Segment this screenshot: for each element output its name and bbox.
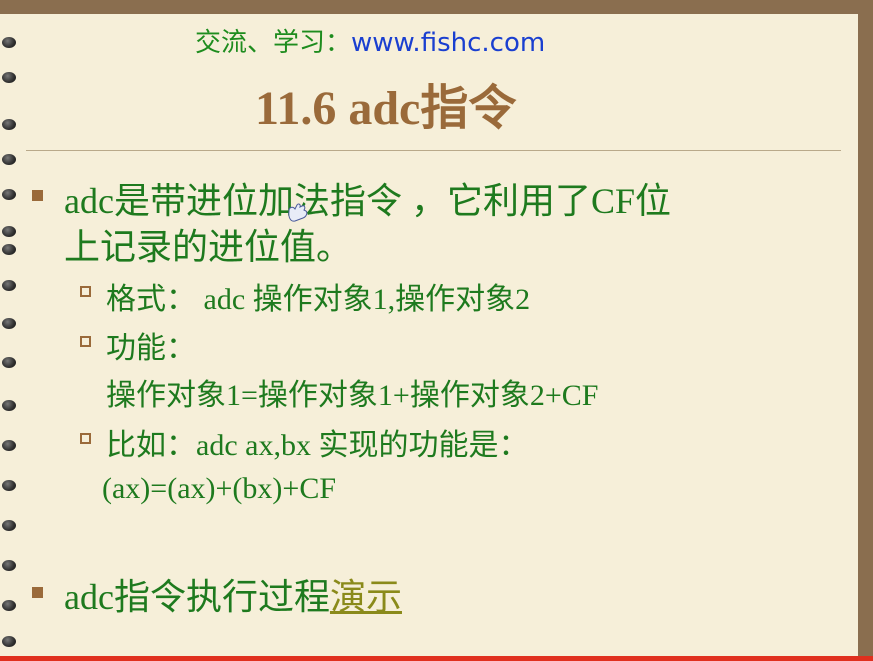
- binding-ring-icon: [2, 189, 16, 200]
- header-prefix: 交流、学习：: [195, 28, 352, 58]
- binding-ring-icon: [2, 600, 16, 611]
- binding-ring-icon: [2, 72, 16, 83]
- binding-ring-icon: [2, 226, 16, 237]
- binding-ring-icon: [2, 357, 16, 368]
- binding-ring-icon: [2, 119, 16, 130]
- binding-ring-icon: [2, 400, 16, 411]
- slide-title: 11.6 adc指令: [255, 82, 517, 135]
- bullet-2: adc指令执行过程演示: [64, 568, 402, 620]
- example-formula: (ax)=(ax)+(bx)+CF: [102, 472, 337, 505]
- frame-top: [0, 0, 873, 14]
- bullet-square-icon: [32, 190, 43, 201]
- binding-ring-icon: [2, 37, 16, 48]
- binding-ring-icon: [2, 318, 16, 329]
- hand-cursor-icon: [288, 203, 308, 222]
- sub-bullet-icon: [80, 433, 91, 444]
- binding-ring-icon: [2, 280, 16, 291]
- binding-ring-icon: [2, 560, 16, 571]
- example-label: 比如：adc ax,bx 实现的功能是：: [106, 429, 529, 462]
- binding-ring-icon: [2, 520, 16, 531]
- bullet-2-text: adc指令执行过程: [64, 577, 330, 617]
- spiral-binding: [0, 0, 26, 661]
- bullet-1-line-2: 上记录的进位值。: [64, 227, 353, 267]
- header-link[interactable]: 交流、学习：www.fishc.com: [195, 22, 545, 59]
- binding-ring-icon: [2, 636, 16, 647]
- demo-link[interactable]: 演示: [330, 577, 402, 617]
- site-url[interactable]: www.fishc.com: [351, 28, 545, 58]
- bottom-strip: [0, 656, 873, 661]
- bullet-1-line-1: adc是带进位加法指令 ，它利用了CF位: [64, 181, 671, 221]
- binding-ring-icon: [2, 440, 16, 451]
- binding-ring-icon: [2, 244, 16, 255]
- sub-bullet-icon: [80, 286, 91, 297]
- binding-ring-icon: [2, 480, 16, 491]
- frame-right: [858, 0, 873, 661]
- title-divider: [26, 150, 841, 151]
- sub-bullet-icon: [80, 336, 91, 347]
- slide: 交流、学习：www.fishc.com 11.6 adc指令 adc是带进位加法…: [0, 0, 858, 661]
- function-label: 功能：: [106, 332, 196, 365]
- function-formula: 操作对象1=操作对象1+操作对象2+CF: [106, 379, 599, 412]
- format-line: 格式： adc 操作对象1,操作对象2: [106, 283, 531, 316]
- bullet-square-icon: [32, 587, 43, 598]
- binding-ring-icon: [2, 154, 16, 165]
